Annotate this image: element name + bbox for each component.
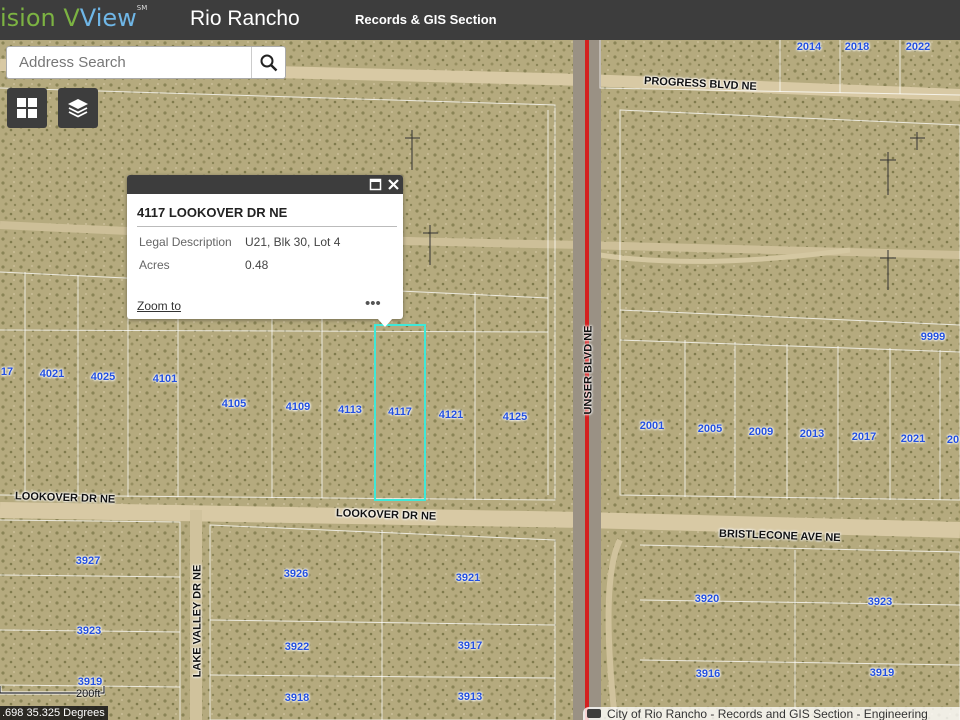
attr-value-legal: U21, Blk 30, Lot 4 bbox=[245, 235, 341, 249]
parcel-label: 2014 bbox=[796, 41, 822, 53]
popup-title: 4117 LOOKOVER DR NE bbox=[137, 205, 288, 220]
scale-bar: 200ft bbox=[0, 682, 106, 700]
parcel-label: 4025 bbox=[90, 371, 116, 383]
street-label-lake-valley: LAKE VALLEY DR NE bbox=[191, 564, 204, 678]
aerial-imagery bbox=[0, 40, 960, 720]
parcel-label: 17 bbox=[0, 366, 14, 378]
parcel-label: 2017 bbox=[851, 431, 877, 443]
layers-button[interactable] bbox=[58, 88, 98, 128]
layers-icon bbox=[68, 99, 88, 118]
zoom-to-link[interactable]: Zoom to bbox=[137, 299, 181, 313]
map-attribution: City of Rio Rancho - Records and GIS Sec… bbox=[583, 707, 960, 720]
search-input[interactable] bbox=[7, 47, 253, 78]
parcel-label: 3923 bbox=[76, 625, 102, 637]
maximize-icon[interactable] bbox=[369, 178, 382, 191]
parcel-label: 2001 bbox=[639, 420, 665, 432]
parcel-label: 4121 bbox=[438, 409, 464, 421]
parcel-label: 3919 bbox=[869, 667, 895, 679]
parcel-label: 4125 bbox=[502, 411, 528, 423]
parcel-label: 2022 bbox=[905, 41, 931, 53]
parcel-label: 9999 bbox=[920, 331, 946, 343]
parcel-label: 3913 bbox=[457, 691, 483, 703]
parcel-label: 3920 bbox=[694, 593, 720, 605]
parcel-label: 3918 bbox=[284, 692, 310, 704]
app-title: Rio Rancho bbox=[190, 7, 300, 30]
popup-divider bbox=[137, 226, 397, 227]
parcel-label: 4109 bbox=[285, 401, 311, 413]
visionview-logo[interactable]: ision VViewSM bbox=[0, 4, 147, 32]
parcel-label: 20 bbox=[946, 434, 960, 446]
scale-label: 200ft bbox=[76, 688, 101, 700]
close-icon[interactable] bbox=[387, 178, 400, 191]
logo-text-right: View bbox=[79, 4, 137, 32]
grid-icon bbox=[17, 98, 37, 118]
map-view[interactable]: 2014 2018 2022 17 4021 4025 4101 4105 41… bbox=[0, 40, 960, 720]
feature-popup: 4117 LOOKOVER DR NE Legal Description U2… bbox=[127, 175, 403, 327]
coordinate-readout: .698 35.325 Degrees bbox=[0, 706, 108, 720]
parcel-label: 2013 bbox=[799, 428, 825, 440]
parcel-label: 4105 bbox=[221, 398, 247, 410]
parcel-label: 4113 bbox=[338, 404, 362, 416]
attr-value-acres: 0.48 bbox=[245, 258, 269, 272]
logo-text-left: ision bbox=[0, 4, 64, 32]
parcel-label: 2005 bbox=[697, 423, 723, 435]
parcel-label: 3923 bbox=[867, 596, 893, 608]
app-header: ision VViewSM Rio Rancho Records & GIS S… bbox=[0, 0, 960, 40]
parcel-label: 2021 bbox=[900, 433, 926, 445]
parcel-label: 2009 bbox=[748, 426, 774, 438]
parcel-label: 4021 bbox=[39, 368, 65, 380]
attr-label-legal: Legal Description bbox=[139, 235, 232, 249]
parcel-label: 3927 bbox=[75, 555, 101, 567]
logo-sm: SM bbox=[136, 4, 148, 12]
parcel-label: 3921 bbox=[455, 572, 481, 584]
search-button[interactable] bbox=[251, 47, 285, 78]
attr-label-acres: Acres bbox=[139, 258, 170, 272]
street-label-unser: UNSER BLVD NE bbox=[582, 325, 595, 415]
parcel-label: 3916 bbox=[695, 668, 721, 680]
section-title: Records & GIS Section bbox=[355, 12, 497, 27]
parcel-label: 4117 bbox=[388, 406, 412, 418]
address-search bbox=[6, 46, 286, 79]
more-options-button[interactable]: ••• bbox=[365, 295, 381, 312]
search-icon bbox=[260, 54, 277, 71]
map-canvas[interactable] bbox=[0, 40, 960, 720]
parcel-label: 2018 bbox=[844, 41, 870, 53]
parcel-label: 3917 bbox=[457, 640, 483, 652]
popup-pointer bbox=[377, 318, 393, 327]
parcel-label: 4101 bbox=[152, 373, 178, 385]
popup-titlebar bbox=[127, 175, 403, 194]
parcel-label: 3922 bbox=[284, 641, 310, 653]
parcel-label: 3926 bbox=[283, 568, 309, 580]
logo-v: V bbox=[63, 4, 80, 32]
basemap-button[interactable] bbox=[7, 88, 47, 128]
